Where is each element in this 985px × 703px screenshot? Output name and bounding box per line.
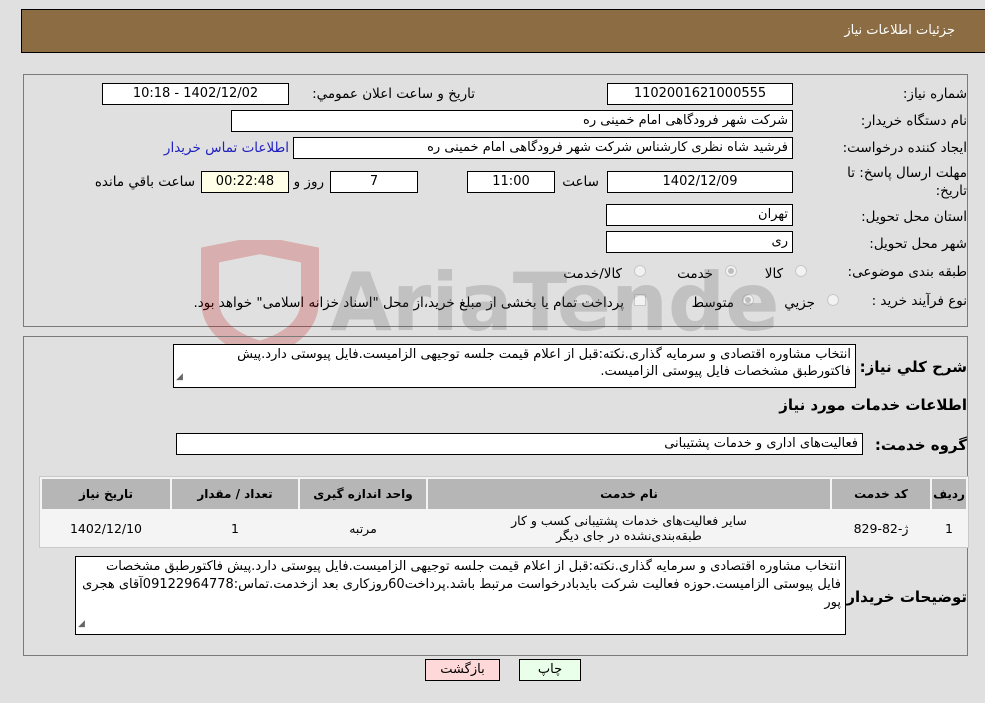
- page-header: جزئیات اطلاعات نیاز: [21, 9, 985, 53]
- province-label: استان محل تحویل:: [861, 209, 967, 225]
- buyer-org-label: نام دستگاه خریدار:: [860, 113, 967, 129]
- description-label: شرح کلي نیاز:: [859, 358, 967, 376]
- deadline-time-label: ساعت: [562, 174, 599, 190]
- category-option-goods: کالا: [764, 266, 783, 282]
- need-number-label: شماره نیاز:: [902, 86, 967, 102]
- service-group-field: فعالیت‌های اداری و خدمات پشتیبانی: [176, 433, 863, 455]
- need-number-field: 1102001621000555: [607, 83, 793, 105]
- col-service-name: نام خدمت: [428, 479, 830, 509]
- city-label: شهر محل تحویل:: [869, 236, 967, 252]
- cell-row: 1: [932, 511, 966, 545]
- buyer-org-field: شرکت شهر فرودگاهی امام خمینی ره: [231, 110, 793, 132]
- category-label: طبقه بندی موضوعی:: [847, 264, 967, 280]
- city-field: ری: [606, 231, 793, 253]
- col-need-date: تاریخ نیاز: [42, 479, 170, 509]
- process-radio-medium[interactable]: [742, 294, 754, 306]
- days-label: روز و: [293, 174, 324, 190]
- buyer-notes-label: توضیحات خریدار:: [840, 588, 967, 606]
- category-radio-goods[interactable]: [795, 265, 807, 277]
- description-textarea[interactable]: انتخاب مشاوره اقتصادی و سرمایه گذاری.نکت…: [173, 344, 856, 388]
- province-field: تهران: [606, 204, 793, 226]
- process-option-minor: جزيي: [784, 295, 815, 311]
- table-header-row: ردیف کد خدمت نام خدمت واحد اندازه گیری ت…: [42, 479, 966, 509]
- cell-service-name: سایر فعالیت‌های خدمات پشتیبانی کسب و کار…: [428, 511, 830, 545]
- services-table: ردیف کد خدمت نام خدمت واحد اندازه گیری ت…: [39, 476, 969, 548]
- buyer-contact-link[interactable]: اطلاعات تماس خریدار: [164, 140, 289, 156]
- resize-handle-icon[interactable]: ◢: [78, 615, 85, 633]
- services-section-title: اطلاعات خدمات مورد نیاز: [779, 396, 967, 414]
- resize-handle-icon[interactable]: ◢: [176, 369, 183, 386]
- col-unit: واحد اندازه گیری: [300, 479, 426, 509]
- buyer-notes-text: انتخاب مشاوره اقتصادی و سرمایه گذاری.نکت…: [82, 559, 841, 610]
- col-quantity: تعداد / مقدار: [172, 479, 298, 509]
- deadline-label: مهلت ارسال پاسخ: تا تاریخ:: [847, 165, 967, 199]
- deadline-time-field: 11:00: [467, 171, 555, 193]
- announce-datetime-label: تاریخ و ساعت اعلان عمومي:: [312, 86, 475, 102]
- cell-unit: مرتبه: [300, 511, 426, 545]
- cell-need-date: 1402/12/10: [42, 511, 170, 545]
- deadline-date-field: 1402/12/09: [607, 171, 793, 193]
- page-title: جزئیات اطلاعات نیاز: [844, 23, 955, 38]
- table-row: 1 ژ-82-829 سایر فعالیت‌های خدمات پشتیبان…: [42, 511, 966, 545]
- process-option-medium: متوسط: [691, 295, 734, 311]
- category-radio-service[interactable]: [725, 265, 737, 277]
- cell-quantity: 1: [172, 511, 298, 545]
- buyer-notes-textarea[interactable]: انتخاب مشاوره اقتصادی و سرمایه گذاری.نکت…: [75, 556, 846, 635]
- requester-field: فرشید شاه نظری کارشناس شرکت شهر فرودگاهی…: [293, 137, 793, 159]
- cell-service-code: ژ-82-829: [832, 511, 930, 545]
- time-remaining-label: ساعت باقي مانده: [94, 174, 195, 190]
- process-radio-minor[interactable]: [827, 294, 839, 306]
- description-text: انتخاب مشاوره اقتصادی و سرمایه گذاری.نکت…: [237, 347, 851, 379]
- category-option-service: خدمت: [677, 266, 713, 282]
- col-service-code: کد خدمت: [832, 479, 930, 509]
- treasury-checkbox[interactable]: [634, 294, 646, 306]
- service-group-label: گروه خدمت:: [874, 436, 967, 454]
- requester-label: ایجاد کننده درخواست:: [842, 140, 967, 156]
- print-button[interactable]: چاپ: [519, 659, 581, 681]
- time-remaining-field: 00:22:48: [201, 171, 289, 193]
- announce-datetime-field: 1402/12/02 - 10:18: [102, 83, 289, 105]
- process-type-label: نوع فرآیند خرید :: [871, 293, 967, 309]
- treasury-checkbox-label: پرداخت تمام یا بخشی از مبلغ خرید،از محل …: [193, 295, 624, 311]
- days-remaining-field: 7: [330, 171, 418, 193]
- col-row: ردیف: [932, 479, 966, 509]
- back-button[interactable]: بازگشت: [425, 659, 500, 681]
- category-radio-goods-service[interactable]: [634, 265, 646, 277]
- category-option-goods-service: کالا/خدمت: [563, 266, 622, 282]
